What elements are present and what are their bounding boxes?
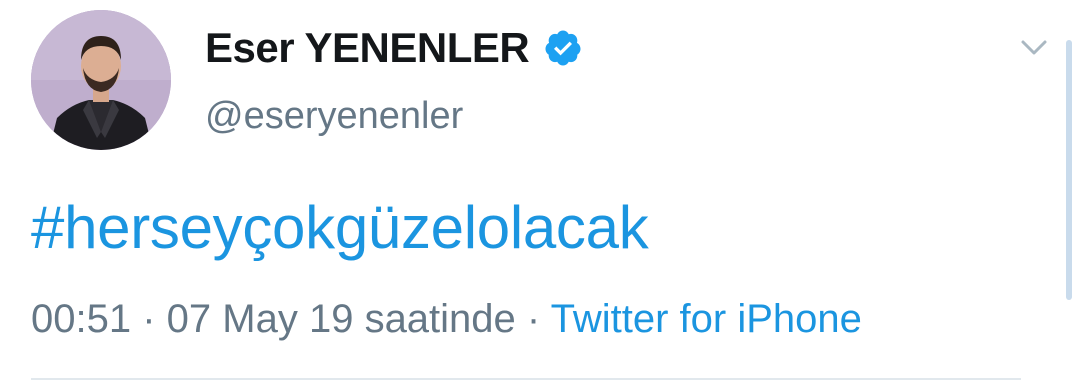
meta-separator: · [526,297,551,341]
meta-separator: · [142,297,167,341]
display-name[interactable]: Eser YENENLER [205,24,530,72]
scrollbar[interactable] [1066,40,1072,300]
verified-badge-icon [545,30,581,66]
divider [31,378,1021,380]
tweet-date[interactable]: 07 May 19 saatinde [167,297,516,341]
avatar[interactable] [31,10,171,150]
author-row: Eser YENENLER [205,24,583,72]
tweet-time[interactable]: 00:51 [31,297,131,341]
tweet-hashtag[interactable]: #herseyçokgüzelolacak [31,193,649,262]
author-handle[interactable]: @eseryenenler [205,95,463,138]
tweet-card: Eser YENENLER @eseryenenler #herseyçokgü… [0,0,1075,384]
tweet-source-link[interactable]: Twitter for iPhone [551,297,862,341]
avatar-image [31,10,171,150]
tweet-meta: 00:51 · 07 May 19 saatinde · Twitter for… [31,297,862,342]
chevron-down-icon[interactable] [1020,38,1048,58]
